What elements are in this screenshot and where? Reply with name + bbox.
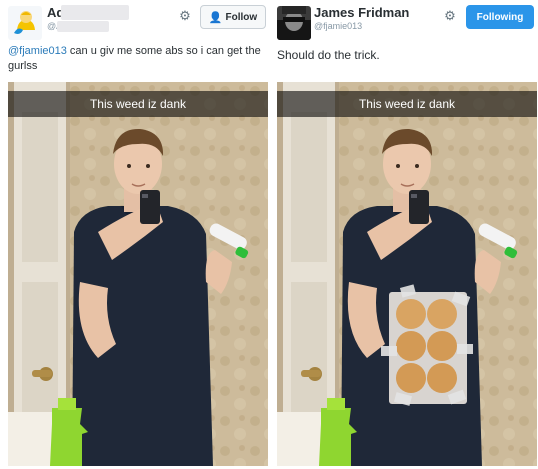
avatar[interactable] [8, 6, 42, 40]
avatar[interactable] [277, 6, 311, 40]
profile-photo-icon [277, 6, 311, 40]
left-tweet: Ad @A ⚙ 👤 Follow @fjamie013 can u giv me… [0, 0, 269, 469]
tweet-header: Ad @A ⚙ 👤 Follow [0, 0, 269, 44]
photo-caption: This weed iz dank [8, 91, 268, 117]
mirror-selfie-image [8, 82, 268, 466]
follow-button-label: Follow [225, 11, 258, 23]
photo-caption: This weed iz dank [277, 91, 537, 117]
cartoon-avatar-icon [8, 6, 42, 40]
redaction-bar [61, 5, 129, 20]
tweet-header: James Fridman @fjamie013 ⚙ Following [269, 0, 538, 44]
author-name[interactable]: James Fridman [314, 5, 409, 20]
gear-icon[interactable]: ⚙ [174, 5, 196, 27]
tweet-photo[interactable]: This weed iz dank [8, 82, 268, 466]
right-tweet: James Fridman @fjamie013 ⚙ Following Sho… [269, 0, 538, 469]
follow-button[interactable]: 👤 Follow [200, 5, 266, 29]
following-button[interactable]: Following [466, 5, 534, 29]
tweet-photo[interactable]: This weed iz dank [277, 82, 537, 466]
add-user-icon: 👤 [208, 11, 223, 24]
mention-link[interactable]: @fjamie013 [8, 45, 67, 57]
author-handle[interactable]: @fjamie013 [314, 21, 362, 31]
tweet-text: Should do the trick. [277, 48, 380, 62]
redaction-bar [57, 21, 109, 32]
gear-icon[interactable]: ⚙ [439, 5, 461, 27]
tweet-text: @fjamie013 can u giv me some abs so i ca… [8, 44, 266, 74]
mirror-selfie-with-buns-image [277, 82, 537, 466]
